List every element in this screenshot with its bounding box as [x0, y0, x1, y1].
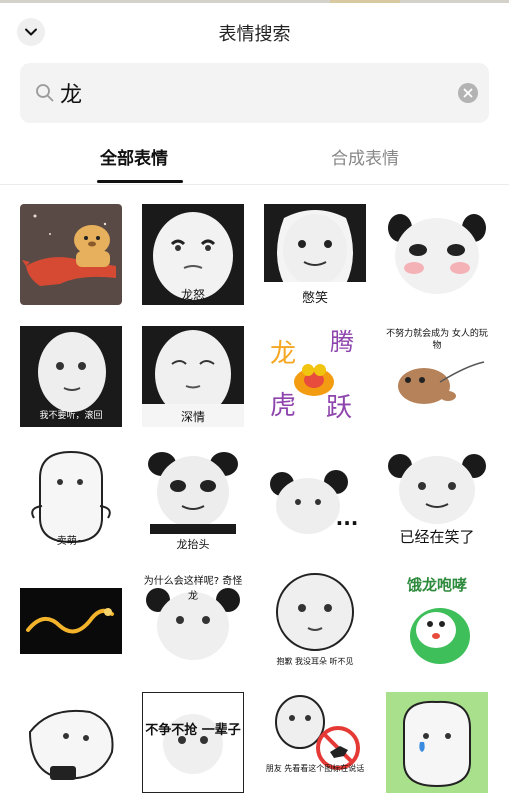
- panda-face-icon: [142, 448, 244, 549]
- sticker-item[interactable]: 不争不抢 一辈子: [142, 692, 244, 793]
- top-strip: [0, 0, 509, 3]
- sticker-caption: 抱歉 我没耳朵 听不见: [276, 657, 354, 666]
- tiger-dragon-art-icon: 龙 腾 虎 跃: [264, 326, 366, 427]
- golden-dragon-icon: [20, 570, 122, 671]
- sticker-caption: 不争不抢 一辈子: [145, 723, 241, 738]
- close-icon: [463, 88, 473, 98]
- sticker-item[interactable]: 抱歉 我没耳朵 听不见: [264, 570, 366, 671]
- sticker-caption: 已经在笑了: [399, 528, 475, 546]
- sticker-caption: 卖萌~: [56, 536, 86, 547]
- search-input[interactable]: [60, 78, 440, 108]
- panda-crying-face-icon: [386, 692, 488, 793]
- sticker-caption: 龙抬头: [176, 538, 210, 549]
- tab-all-stickers[interactable]: 全部表情: [100, 144, 168, 169]
- panda-blush-face-icon: [386, 204, 488, 305]
- sticker-item[interactable]: 卖萌~: [20, 448, 122, 549]
- clear-search-button[interactable]: [458, 83, 478, 103]
- header-bar: 表情搜索: [0, 0, 509, 64]
- sticker-item[interactable]: [20, 692, 122, 793]
- no-dogs-sign-icon: [264, 692, 366, 793]
- sticker-item[interactable]: 饿龙咆哮: [386, 570, 488, 671]
- sticker-item[interactable]: [386, 204, 488, 305]
- sticker-item[interactable]: [386, 692, 488, 793]
- sticker-caption: 为什么会这样呢? 奇怪龙: [143, 576, 243, 602]
- sticker-caption: 我不要听，滚回: [39, 411, 103, 421]
- panda-face-icon: [264, 448, 366, 549]
- sticker-caption: 朋友 先看看这个图标在说话: [265, 764, 365, 773]
- search-icon: [36, 84, 54, 102]
- sticker-caption: 深情: [180, 410, 205, 424]
- page-title: 表情搜索: [218, 24, 291, 45]
- tab-combined-stickers[interactable]: 合成表情: [331, 144, 399, 169]
- svg-text:腾: 腾: [330, 328, 354, 356]
- sticker-item[interactable]: 朋友 先看看这个图标在说话: [264, 692, 366, 793]
- sticker-caption: 饿龙咆哮: [406, 576, 467, 594]
- sticker-caption: 不努力就会成为 女人的玩物: [386, 329, 488, 351]
- svg-text:龙: 龙: [270, 339, 296, 369]
- sticker-item[interactable]: [20, 570, 122, 671]
- sticker-item[interactable]: 龙抬头: [142, 448, 244, 549]
- sticker-item[interactable]: 龙怒: [142, 204, 244, 305]
- sticker-caption: 龙怒: [180, 288, 205, 302]
- sticker-caption: ...: [335, 506, 359, 530]
- sticker-item[interactable]: 为什么会这样呢? 奇怪龙: [142, 570, 244, 671]
- sticker-item[interactable]: [20, 204, 122, 305]
- tab-bar: 全部表情 合成表情: [0, 136, 509, 185]
- sticker-item[interactable]: 憋笑: [264, 204, 366, 305]
- sticker-item[interactable]: 已经在笑了: [386, 448, 488, 549]
- top-strip-accent: [330, 0, 400, 3]
- sticker-item[interactable]: 不努力就会成为 女人的玩物: [386, 326, 488, 427]
- sticker-item[interactable]: 龙 腾 虎 跃: [264, 326, 366, 427]
- active-tab-indicator: [97, 180, 183, 183]
- sticker-item[interactable]: ...: [264, 448, 366, 549]
- svg-text:跃: 跃: [326, 393, 352, 423]
- search-bar[interactable]: [20, 63, 489, 123]
- svg-text:虎: 虎: [270, 391, 296, 421]
- sticker-item[interactable]: 我不要听，滚回: [20, 326, 122, 427]
- sticker-caption: 憋笑: [301, 291, 328, 305]
- sticker-item[interactable]: 深情: [142, 326, 244, 427]
- capybara-riding-dragon-icon: [20, 204, 122, 305]
- panda-lying-face-icon: [20, 692, 122, 793]
